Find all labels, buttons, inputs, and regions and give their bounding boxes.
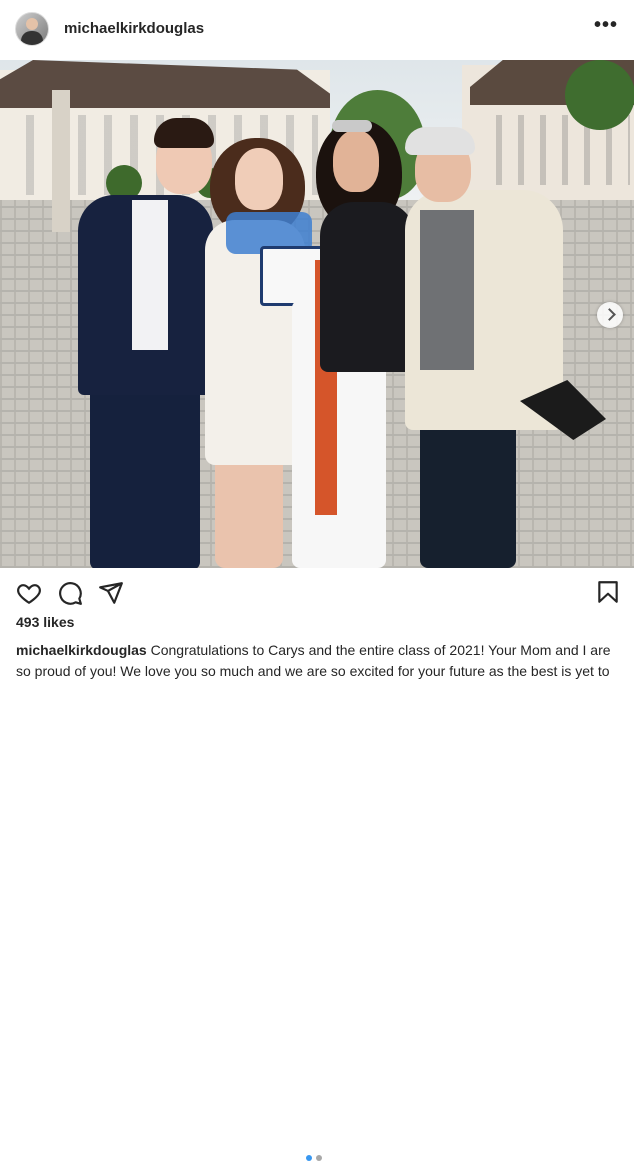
tree [565, 60, 634, 130]
heart-icon[interactable] [16, 580, 42, 606]
username[interactable]: michaelkirkdouglas [64, 20, 204, 37]
carousel-dots [306, 1155, 330, 1163]
person4-sweater [420, 210, 474, 370]
bookmark-icon[interactable] [595, 578, 621, 606]
person4-hair [405, 127, 475, 155]
post-photo[interactable] [0, 60, 634, 568]
chevron-right-icon[interactable] [597, 302, 623, 328]
avatar-face [26, 18, 38, 30]
person3-jacket [320, 202, 415, 372]
avatar[interactable] [15, 12, 49, 46]
more-icon[interactable]: ••• [594, 14, 618, 37]
person2-head [235, 148, 283, 210]
person3-head [333, 130, 379, 192]
person2-legs [215, 450, 283, 568]
paper-plane-icon[interactable] [98, 580, 124, 606]
post-header: michaelkirkdouglas ••• [0, 0, 634, 58]
post-caption: michaelkirkdouglas Congratulations to Ca… [16, 640, 618, 682]
action-bar [0, 570, 634, 1161]
comment-icon[interactable] [57, 580, 83, 606]
person1-legs [90, 375, 200, 568]
carousel-dot-active [306, 1155, 312, 1161]
caption-username[interactable]: michaelkirkdouglas [16, 642, 147, 658]
person1-shirt [132, 200, 168, 350]
sunglasses [332, 120, 372, 132]
person1-hair [154, 118, 214, 148]
carousel-dot [316, 1155, 322, 1161]
avatar-body [21, 31, 43, 45]
likes-count[interactable]: 493 likes [16, 614, 74, 630]
stone-pillar [52, 90, 70, 232]
